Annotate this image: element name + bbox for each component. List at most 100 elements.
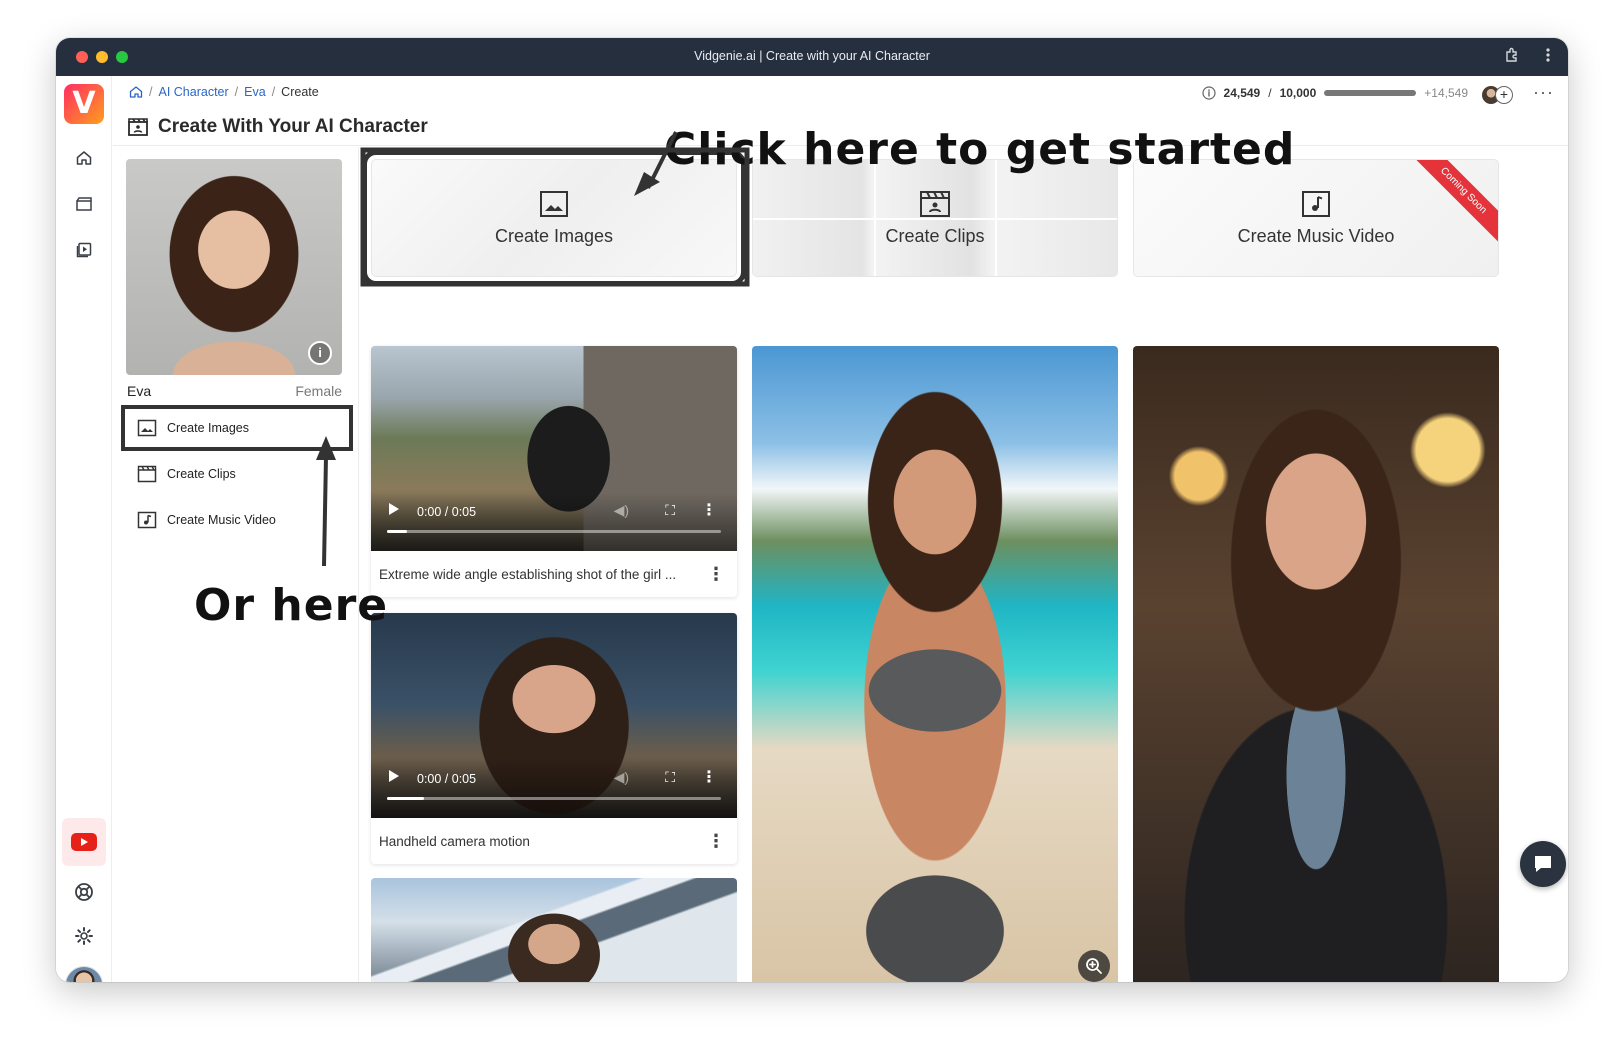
music-note-icon (137, 511, 157, 529)
menu-label: Create Images (167, 421, 249, 435)
video-player[interactable]: 0:00 / 0:05 ◀) ⛶ ⋮ (371, 613, 737, 818)
page-title-text: Create With Your AI Character (158, 116, 428, 137)
add-member-icon[interactable]: + (1495, 86, 1513, 104)
music-note-icon (1302, 190, 1330, 217)
info-icon[interactable]: i (308, 341, 332, 365)
video-progress-bar[interactable] (387, 797, 721, 800)
page-title: Create With Your AI Character (127, 116, 428, 138)
rail-home-button[interactable] (68, 142, 100, 174)
video-caption: Handheld camera motion (379, 833, 530, 849)
credits-used: 24,549 (1223, 86, 1261, 100)
tile-label: Create Clips (885, 225, 985, 246)
vidgenie-logo[interactable]: V (64, 84, 104, 124)
image-icon (137, 419, 157, 437)
tile-create-music-video[interactable]: Coming Soon Create Music Video (1133, 159, 1499, 277)
window-title: Vidgenie.ai | Create with your AI Charac… (694, 49, 930, 63)
annotation-click-here: Click here to get started (664, 124, 1296, 175)
gallery-image[interactable] (1133, 346, 1499, 982)
character-portrait[interactable]: i (126, 159, 342, 375)
video-controls: 0:00 / 0:05 ◀) ⛶ ⋮ (371, 493, 737, 551)
video-card: 0:00 / 0:05 ◀) ⛶ ⋮ Extreme wide angle es… (371, 346, 737, 597)
tile-label: Create Music Video (1237, 225, 1395, 246)
rail-videos-button[interactable] (68, 234, 100, 266)
menu-create-images[interactable]: Create Images (121, 405, 353, 451)
breadcrumb-separator: / (271, 85, 276, 99)
volume-icon[interactable]: ◀) (614, 502, 629, 519)
fullscreen-icon[interactable]: ⛶ (665, 769, 675, 786)
video-time: 0:00 / 0:05 (417, 772, 477, 786)
video-caption-row: Handheld camera motion ⋮ (371, 818, 737, 864)
youtube-icon (71, 833, 97, 851)
user-avatar[interactable] (65, 966, 103, 982)
video-card: 0:00 / 0:05 ◀) ⛶ ⋮ Handheld camera motio… (371, 613, 737, 864)
browser-window: Vidgenie.ai | Create with your AI Charac… (56, 38, 1568, 982)
extensions-icon[interactable] (1502, 47, 1522, 67)
chat-support-button[interactable] (1520, 841, 1566, 887)
tile-label: Create Images (494, 225, 614, 246)
menu-label: Create Clips (167, 467, 236, 481)
gear-icon (75, 927, 93, 945)
info-icon[interactable] (1201, 86, 1216, 100)
lifebuoy-icon (75, 883, 93, 901)
clapperboard-icon (137, 465, 157, 483)
annotation-or-here: Or here (194, 580, 389, 631)
gallery-image[interactable] (752, 346, 1118, 982)
rail-settings-button[interactable] (68, 920, 100, 952)
breadcrumb-ai-character[interactable]: AI Character (158, 85, 228, 99)
coming-soon-ribbon: Coming Soon (1409, 160, 1498, 245)
credits-separator: / (1268, 86, 1272, 100)
team-members[interactable]: + (1482, 84, 1518, 106)
kebab-menu-icon[interactable]: ⋮ (707, 564, 725, 585)
menu-create-music-video[interactable]: Create Music Video (121, 497, 353, 543)
clapperboard-icon (128, 118, 148, 136)
breadcrumb-separator: / (149, 85, 153, 99)
credits-extra: +14,549 (1424, 86, 1468, 100)
credits-meter: 24,549 / 10,000 +14,549 (1201, 86, 1468, 100)
menu-create-clips[interactable]: Create Clips (121, 451, 353, 497)
video-progress-bar[interactable] (387, 530, 721, 533)
clapperboard-icon (76, 197, 92, 211)
breadcrumb-eva[interactable]: Eva (244, 85, 266, 99)
video-options-icon[interactable]: ⋮ (701, 500, 717, 520)
character-name: Eva (127, 383, 152, 399)
volume-icon[interactable]: ◀) (614, 769, 629, 786)
character-panel: i Eva Female Create Images Create Clips … (113, 147, 359, 982)
video-controls: 0:00 / 0:05 ◀) ⛶ ⋮ (371, 760, 737, 818)
credits-total: 10,000 (1279, 86, 1317, 100)
chat-icon (1535, 856, 1551, 872)
clapperboard-icon (919, 190, 950, 217)
main-content: Create Images Create Clips Coming Soon C… (359, 147, 1568, 982)
video-library-icon (76, 242, 92, 258)
app-sidebar-rail: V (56, 76, 112, 982)
menu-label: Create Music Video (167, 513, 276, 527)
zoom-in-icon[interactable] (1078, 950, 1110, 982)
tile-create-images[interactable]: Create Images (362, 150, 746, 286)
title-bar: Vidgenie.ai | Create with your AI Charac… (56, 38, 1568, 76)
kebab-menu-icon[interactable]: ⋮ (707, 831, 725, 852)
breadcrumb-separator: / (234, 85, 239, 99)
play-icon[interactable] (389, 770, 399, 782)
video-progress-fill (387, 530, 408, 533)
home-icon[interactable] (129, 85, 143, 99)
browser-menu-icon[interactable] (1538, 47, 1558, 67)
tile-create-clips[interactable]: Create Clips (752, 159, 1118, 277)
video-caption-row: Extreme wide angle establishing shot of … (371, 551, 737, 597)
video-time: 0:00 / 0:05 (417, 505, 477, 519)
character-gender: Female (295, 383, 342, 399)
fullscreen-icon[interactable]: ⛶ (665, 502, 675, 519)
rail-support-button[interactable] (68, 876, 100, 908)
gallery-image[interactable] (371, 878, 737, 982)
breadcrumb-current: Create (281, 85, 319, 99)
rail-clips-button[interactable] (68, 188, 100, 220)
video-progress-fill (387, 797, 424, 800)
more-options-icon[interactable]: ··· (1533, 82, 1554, 103)
create-menu: Create Images Create Clips Create Music … (121, 405, 353, 543)
image-icon (540, 190, 568, 217)
rail-youtube-button[interactable] (62, 818, 106, 866)
video-caption: Extreme wide angle establishing shot of … (379, 566, 677, 582)
breadcrumb: / AI Character / Eva / Create (129, 85, 319, 99)
credits-progress-bar (1324, 90, 1417, 96)
play-icon[interactable] (389, 503, 399, 515)
video-options-icon[interactable]: ⋮ (701, 767, 717, 787)
video-player[interactable]: 0:00 / 0:05 ◀) ⛶ ⋮ (371, 346, 737, 551)
